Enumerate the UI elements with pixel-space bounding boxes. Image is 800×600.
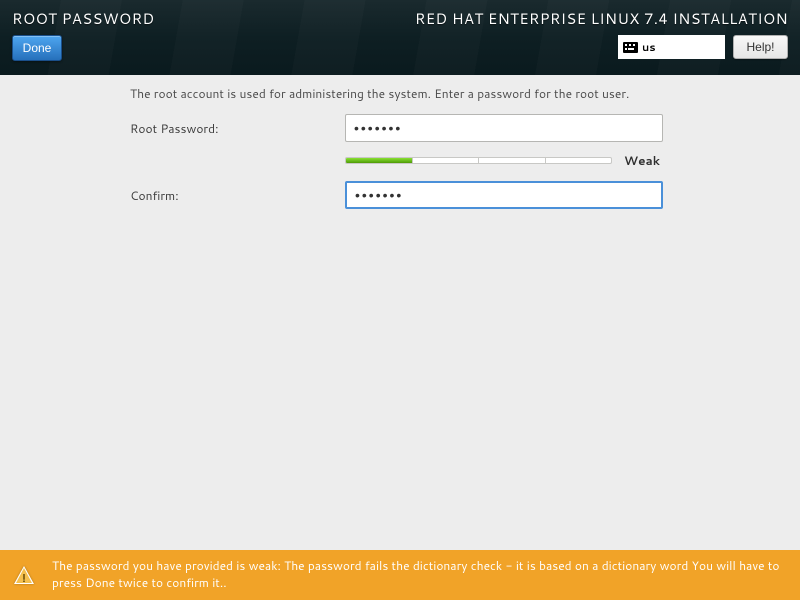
strength-segment: [479, 158, 546, 163]
confirm-password-input[interactable]: [345, 181, 663, 209]
warning-bar: ! The password you have provided is weak…: [0, 550, 800, 600]
content-area: The root account is used for administeri…: [0, 75, 800, 209]
installer-title: RED HAT ENTERPRISE LINUX 7.4 INSTALLATIO…: [415, 8, 788, 29]
password-strength-label: Weak: [624, 152, 660, 169]
root-password-input[interactable]: [345, 114, 663, 142]
header-left: ROOT PASSWORD Done: [12, 8, 154, 75]
header-right: RED HAT ENTERPRISE LINUX 7.4 INSTALLATIO…: [415, 8, 788, 75]
header-toolbar: us Help!: [618, 35, 788, 59]
instruction-text: The root account is used for administeri…: [130, 85, 670, 102]
help-button[interactable]: Help!: [733, 35, 788, 59]
strength-segment: [546, 158, 612, 163]
root-password-label: Root Password:: [130, 120, 345, 137]
strength-segment: [346, 158, 413, 163]
done-button[interactable]: Done: [12, 35, 62, 61]
keyboard-icon: [623, 42, 638, 53]
confirm-password-label: Confirm:: [130, 187, 345, 204]
password-strength-bar: [345, 157, 612, 164]
page-title: ROOT PASSWORD: [12, 8, 154, 29]
keyboard-layout-label: us: [642, 39, 656, 55]
warning-icon: !: [14, 566, 34, 584]
root-password-row: Root Password:: [130, 114, 670, 142]
keyboard-layout-selector[interactable]: us: [618, 35, 725, 59]
strength-segment: [413, 158, 480, 163]
header: ROOT PASSWORD Done RED HAT ENTERPRISE LI…: [0, 0, 800, 75]
confirm-password-row: Confirm:: [130, 181, 670, 209]
warning-text: The password you have provided is weak: …: [52, 558, 786, 592]
password-strength-row: Weak: [345, 152, 670, 169]
